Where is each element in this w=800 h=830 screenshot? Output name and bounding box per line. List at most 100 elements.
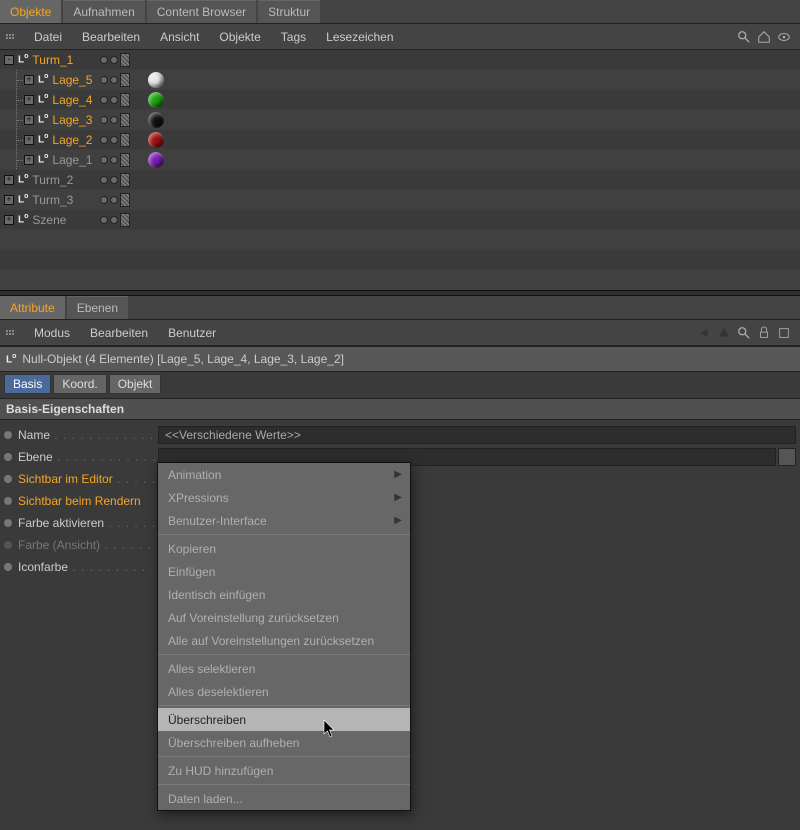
object-tree[interactable]: -LoTurm_1+LoLage_5+LoLage_4+LoLage_3+LoL…: [0, 50, 800, 290]
menu-item-einf-gen[interactable]: Einfügen: [158, 560, 410, 583]
new-window-icon[interactable]: [777, 326, 791, 340]
render-dot-icon[interactable]: [110, 136, 118, 144]
render-dot-icon[interactable]: [110, 76, 118, 84]
subtab-basis[interactable]: Basis: [4, 374, 51, 394]
eye-icon[interactable]: [777, 30, 791, 44]
up-arrow-icon[interactable]: [717, 326, 731, 340]
visibility-dot-icon[interactable]: [100, 216, 108, 224]
render-dot-icon[interactable]: [110, 156, 118, 164]
visibility-dot-icon[interactable]: [100, 156, 108, 164]
layer-hatch-icon[interactable]: [120, 93, 130, 107]
menu-item-zu-hud-hinzuf-gen[interactable]: Zu HUD hinzufügen: [158, 759, 410, 782]
tab-content-browser[interactable]: Content Browser: [147, 0, 256, 23]
menu-tags[interactable]: Tags: [271, 30, 316, 44]
bullet-icon: [4, 541, 12, 549]
menu-datei[interactable]: Datei: [24, 30, 72, 44]
render-dot-icon[interactable]: [110, 96, 118, 104]
layer-hatch-icon[interactable]: [120, 113, 130, 127]
tree-item-label[interactable]: Turm_2: [32, 173, 73, 187]
menu-item-daten-laden-[interactable]: Daten laden...: [158, 787, 410, 810]
tree-item-label[interactable]: Lage_2: [52, 133, 92, 147]
material-sphere-icon[interactable]: [148, 72, 164, 88]
layer-hatch-icon[interactable]: [120, 193, 130, 207]
menu-item-alle-auf-voreinstellungen-zur-cksetzen[interactable]: Alle auf Voreinstellungen zurücksetzen: [158, 629, 410, 652]
render-dot-icon[interactable]: [110, 56, 118, 64]
back-arrow-icon[interactable]: [697, 326, 711, 340]
expander-icon[interactable]: +: [4, 215, 14, 225]
tree-row[interactable]: -LoTurm_1: [0, 50, 800, 70]
menu-item-alles-deselektieren[interactable]: Alles deselektieren: [158, 680, 410, 703]
expander-icon[interactable]: +: [4, 195, 14, 205]
menu-item-identisch-einf-gen[interactable]: Identisch einfügen: [158, 583, 410, 606]
tree-row[interactable]: +LoSzene: [0, 210, 800, 230]
lock-icon[interactable]: [757, 326, 771, 340]
layer-hatch-icon[interactable]: [120, 73, 130, 87]
material-sphere-icon[interactable]: [148, 112, 164, 128]
search-icon[interactable]: [737, 30, 751, 44]
material-sphere-icon[interactable]: [148, 132, 164, 148]
layer-picker-button[interactable]: [778, 448, 796, 466]
tab-objekte[interactable]: Objekte: [0, 0, 61, 23]
tree-item-label[interactable]: Lage_3: [52, 113, 92, 127]
menu-item-benutzer-interface[interactable]: Benutzer-Interface▶: [158, 509, 410, 532]
render-dot-icon[interactable]: [110, 216, 118, 224]
layer-hatch-icon[interactable]: [120, 153, 130, 167]
tab-ebenen[interactable]: Ebenen: [67, 296, 128, 319]
visibility-dot-icon[interactable]: [100, 76, 108, 84]
tree-row[interactable]: +LoTurm_3: [0, 190, 800, 210]
tree-item-label[interactable]: Szene: [32, 213, 66, 227]
tree-item-label[interactable]: Turm_1: [32, 53, 73, 67]
tree-row[interactable]: +LoLage_3: [0, 110, 800, 130]
menu-lesezeichen[interactable]: Lesezeichen: [316, 30, 403, 44]
render-dot-icon[interactable]: [110, 116, 118, 124]
visibility-dot-icon[interactable]: [100, 136, 108, 144]
attr-subtabs: BasisKoord.Objekt: [0, 374, 800, 394]
material-sphere-icon[interactable]: [148, 152, 164, 168]
menu-item--berschreiben-aufheben[interactable]: Überschreiben aufheben: [158, 731, 410, 754]
menu-benutzer[interactable]: Benutzer: [158, 326, 226, 340]
material-sphere-icon[interactable]: [148, 92, 164, 108]
search-icon[interactable]: [737, 326, 751, 340]
tree-row[interactable]: +LoLage_2: [0, 130, 800, 150]
tree-item-label[interactable]: Turm_3: [32, 193, 73, 207]
menu-ansicht[interactable]: Ansicht: [150, 30, 209, 44]
menu-item-xpressions[interactable]: XPressions▶: [158, 486, 410, 509]
context-menu[interactable]: Animation▶XPressions▶Benutzer-Interface▶…: [157, 462, 411, 811]
menu-item-animation[interactable]: Animation▶: [158, 463, 410, 486]
tab-aufnahmen[interactable]: Aufnahmen: [63, 0, 144, 23]
visibility-dot-icon[interactable]: [100, 196, 108, 204]
render-dot-icon[interactable]: [110, 176, 118, 184]
expander-icon[interactable]: +: [4, 175, 14, 185]
tree-item-label[interactable]: Lage_1: [52, 153, 92, 167]
tree-row[interactable]: +LoLage_5: [0, 70, 800, 90]
tree-row[interactable]: +LoLage_1: [0, 150, 800, 170]
menu-bearbeiten[interactable]: Bearbeiten: [72, 30, 150, 44]
visibility-dot-icon[interactable]: [100, 176, 108, 184]
menu-modus[interactable]: Modus: [24, 326, 80, 340]
render-dot-icon[interactable]: [110, 196, 118, 204]
tree-item-label[interactable]: Lage_4: [52, 93, 92, 107]
layer-hatch-icon[interactable]: [120, 53, 130, 67]
home-icon[interactable]: [757, 30, 771, 44]
menu-item-kopieren[interactable]: Kopieren: [158, 537, 410, 560]
visibility-dot-icon[interactable]: [100, 96, 108, 104]
subtab-objekt[interactable]: Objekt: [109, 374, 162, 394]
menu-item-auf-voreinstellung-zur-cksetzen[interactable]: Auf Voreinstellung zurücksetzen: [158, 606, 410, 629]
menu-item--berschreiben[interactable]: Überschreiben: [158, 708, 410, 731]
subtab-koord[interactable]: Koord.: [53, 374, 106, 394]
menu-objekte[interactable]: Objekte: [209, 30, 270, 44]
visibility-dot-icon[interactable]: [100, 56, 108, 64]
menu-bearbeiten[interactable]: Bearbeiten: [80, 326, 158, 340]
tree-item-label[interactable]: Lage_5: [52, 73, 92, 87]
expander-icon[interactable]: -: [4, 55, 14, 65]
visibility-dot-icon[interactable]: [100, 116, 108, 124]
prop-name-field[interactable]: <<Verschiedene Werte>>: [158, 426, 796, 444]
menu-item-alles-selektieren[interactable]: Alles selektieren: [158, 657, 410, 680]
layer-hatch-icon[interactable]: [120, 213, 130, 227]
tab-struktur[interactable]: Struktur: [258, 0, 320, 23]
tab-attribute[interactable]: Attribute: [0, 296, 65, 319]
tree-row[interactable]: +LoLage_4: [0, 90, 800, 110]
tree-row[interactable]: +LoTurm_2: [0, 170, 800, 190]
layer-hatch-icon[interactable]: [120, 133, 130, 147]
layer-hatch-icon[interactable]: [120, 173, 130, 187]
